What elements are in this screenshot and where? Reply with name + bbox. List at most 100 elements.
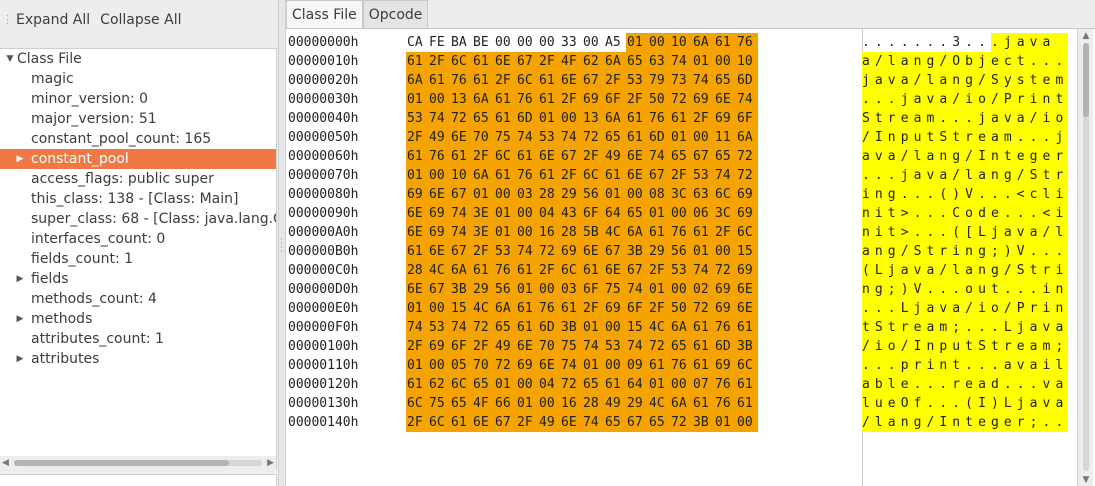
hex-byte[interactable]: 72	[538, 242, 560, 261]
hex-byte[interactable]: 76	[450, 71, 472, 90]
hex-byte[interactable]: 6A	[604, 52, 626, 71]
hex-byte[interactable]: 67	[560, 147, 582, 166]
hex-byte[interactable]: 69	[736, 204, 758, 223]
hex-byte[interactable]: 50	[670, 299, 692, 318]
hex-byte[interactable]: 13	[450, 90, 472, 109]
hex-byte[interactable]: 65	[670, 337, 692, 356]
expand-all-button[interactable]: Expand All	[14, 10, 92, 30]
hex-byte[interactable]: 66	[494, 394, 516, 413]
hex-byte[interactable]: 3C	[670, 185, 692, 204]
hex-byte[interactable]: 76	[670, 223, 692, 242]
collapsed-arrow-icon[interactable]: ▶	[14, 349, 26, 369]
hex-byte[interactable]: 76	[538, 299, 560, 318]
hex-byte[interactable]: 6E	[494, 52, 516, 71]
scroll-up-arrow-icon[interactable]: ▲	[1078, 29, 1094, 43]
hex-byte[interactable]: BA	[450, 33, 472, 52]
hex-byte[interactable]: 00	[648, 33, 670, 52]
hex-byte[interactable]: 69	[582, 90, 604, 109]
hex-byte[interactable]: 01	[626, 33, 648, 52]
hex-byte[interactable]: 4C	[472, 299, 494, 318]
hex-byte[interactable]: 74	[406, 318, 428, 337]
hex-byte[interactable]: 75	[560, 337, 582, 356]
hex-byte[interactable]: 3B	[626, 242, 648, 261]
hex-byte[interactable]: 01	[582, 356, 604, 375]
hex-byte[interactable]: 75	[604, 280, 626, 299]
hex-byte[interactable]: 11	[714, 128, 736, 147]
tree-item[interactable]: fields_count: 1	[0, 249, 276, 269]
hex-byte[interactable]: 6C	[516, 71, 538, 90]
hex-byte[interactable]: 2F	[604, 71, 626, 90]
hex-byte[interactable]: 76	[714, 394, 736, 413]
hex-byte[interactable]: 10	[736, 52, 758, 71]
hex-byte[interactable]: 67	[450, 242, 472, 261]
hex-byte[interactable]: 61	[560, 299, 582, 318]
hex-byte[interactable]: 61	[472, 71, 494, 90]
hex-byte[interactable]: 69	[604, 299, 626, 318]
hex-byte[interactable]: 00	[538, 33, 560, 52]
hex-byte[interactable]: 74	[736, 90, 758, 109]
hex-byte[interactable]: 15	[626, 318, 648, 337]
hex-byte[interactable]: 00	[494, 185, 516, 204]
hex-byte[interactable]: 74	[450, 204, 472, 223]
hex-byte[interactable]: 61	[494, 109, 516, 128]
hex-byte[interactable]: 01	[406, 356, 428, 375]
hex-byte[interactable]: 06	[692, 204, 714, 223]
hex-byte[interactable]: 2F	[406, 128, 428, 147]
hex-byte[interactable]: 6A	[450, 261, 472, 280]
hex-byte[interactable]: 61	[516, 299, 538, 318]
hex-byte[interactable]: 67	[516, 52, 538, 71]
hex-byte[interactable]: 00	[714, 52, 736, 71]
hex-byte[interactable]: 01	[516, 280, 538, 299]
hex-byte[interactable]: 3E	[472, 223, 494, 242]
scroll-left-arrow-icon[interactable]: ◀	[2, 456, 9, 470]
hex-byte[interactable]: 67	[626, 261, 648, 280]
hex-byte[interactable]: 6A	[626, 223, 648, 242]
hex-byte[interactable]: 76	[516, 166, 538, 185]
hex-byte[interactable]: 65	[626, 204, 648, 223]
hex-byte[interactable]: 69	[516, 356, 538, 375]
hex-byte[interactable]: 67	[428, 280, 450, 299]
hex-byte[interactable]: 6E	[428, 242, 450, 261]
hex-byte[interactable]: 02	[692, 280, 714, 299]
hex-byte[interactable]: 6C	[494, 147, 516, 166]
hex-byte[interactable]: 76	[516, 90, 538, 109]
hex-byte[interactable]: 3B	[450, 280, 472, 299]
hex-byte[interactable]: 69	[714, 109, 736, 128]
hex-byte[interactable]: 00	[516, 375, 538, 394]
hex-byte[interactable]: 13	[582, 109, 604, 128]
hex-byte[interactable]: 6E	[538, 147, 560, 166]
hex-byte[interactable]: 79	[648, 71, 670, 90]
hex-byte[interactable]: 2F	[428, 52, 450, 71]
hex-byte[interactable]: 6E	[428, 185, 450, 204]
hex-byte[interactable]: 2F	[582, 147, 604, 166]
hex-byte[interactable]: 61	[604, 166, 626, 185]
hex-byte[interactable]: 65	[450, 394, 472, 413]
hex-byte[interactable]: 00	[560, 109, 582, 128]
hex-byte[interactable]: 65	[604, 128, 626, 147]
structure-tree[interactable]: ▼ Class File magic minor_version: 0 major_ve…	[0, 48, 277, 456]
hex-byte[interactable]: 2F	[626, 90, 648, 109]
collapsed-arrow-icon[interactable]: ▶	[14, 309, 26, 329]
hex-byte[interactable]: 76	[648, 109, 670, 128]
hex-byte[interactable]: 74	[582, 413, 604, 432]
hex-byte[interactable]: 65	[670, 147, 692, 166]
ascii-text[interactable]: Stream...java/io	[862, 109, 1068, 128]
hex-byte[interactable]: 00	[516, 33, 538, 52]
hex-byte[interactable]: 6C	[450, 375, 472, 394]
hex-byte[interactable]: 69	[406, 185, 428, 204]
hex-byte[interactable]: 72	[582, 128, 604, 147]
hex-byte[interactable]: 29	[472, 280, 494, 299]
hex-byte[interactable]: CA	[406, 33, 428, 52]
hex-byte[interactable]: 61	[406, 52, 428, 71]
hex-byte[interactable]: 74	[670, 52, 692, 71]
hex-byte[interactable]: 2F	[406, 413, 428, 432]
tree-item[interactable]: ▶ methods	[0, 309, 276, 329]
hex-byte[interactable]: 28	[406, 261, 428, 280]
hex-byte[interactable]: 76	[428, 147, 450, 166]
collapsed-arrow-icon[interactable]: ▶	[14, 269, 26, 289]
hex-byte[interactable]: 6E	[582, 242, 604, 261]
toolbar-grip-icon[interactable]: ⋮	[2, 13, 13, 27]
hex-byte[interactable]: 28	[582, 394, 604, 413]
hex-byte[interactable]: 62	[428, 375, 450, 394]
hex-byte[interactable]: 74	[714, 166, 736, 185]
